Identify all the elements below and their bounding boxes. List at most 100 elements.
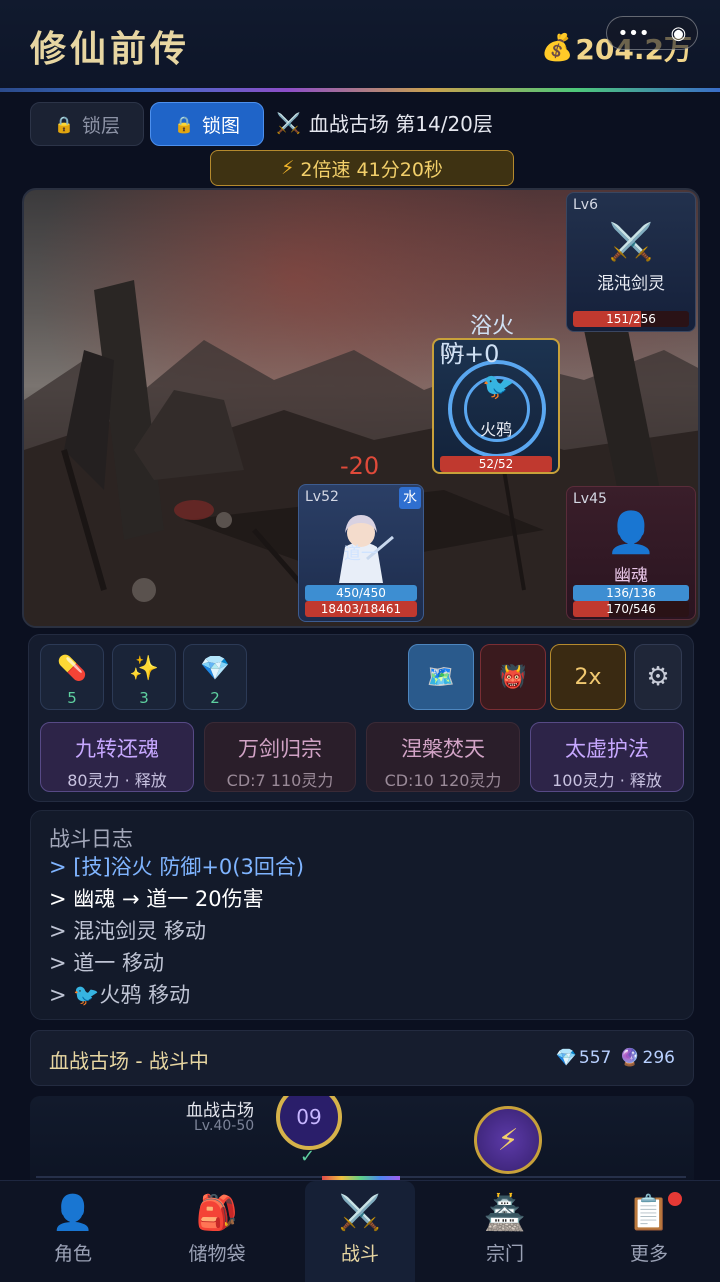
nav-label: 宗门 — [485, 1243, 524, 1265]
log-line: > 道一 移动 — [49, 951, 164, 975]
demon-button[interactable]: 👹 — [480, 644, 546, 710]
nav-label: 角色 — [53, 1243, 92, 1265]
nav-label: 储物袋 — [188, 1243, 246, 1265]
nav-tab-character[interactable]: 👤 角色 — [18, 1181, 128, 1282]
person-silhouette-icon: 👤 — [606, 510, 656, 556]
item-diamond-button[interactable]: 💎 2 — [183, 644, 247, 710]
floating-defense-text: 防+0 — [440, 340, 500, 368]
lock-map-label: 锁图 — [201, 114, 240, 137]
hero-mp-bar: 450/450 — [305, 585, 417, 601]
bag-icon: 🎒 — [195, 1193, 239, 1233]
gem-icon: 💎 — [555, 1048, 577, 1068]
enemy-level: Lv45 — [573, 491, 607, 507]
hero-level: Lv52 — [305, 489, 339, 505]
gem-count: 557 — [578, 1048, 612, 1068]
pill-icon: 💊 — [57, 654, 87, 682]
check-icon: ✓ — [300, 1146, 316, 1167]
nav-tab-more[interactable]: 📋 更多 — [594, 1181, 704, 1282]
speed-toggle-button[interactable]: 2x — [550, 644, 626, 710]
skill-button-3[interactable]: 涅槃焚天 CD:10 120灵力 — [366, 722, 520, 792]
map-button[interactable]: 🗺️ — [408, 644, 474, 710]
skill-cost: 100灵力 · 释放 — [552, 771, 662, 790]
mini-program-capsule: ••• ◉ — [606, 16, 698, 50]
nav-tab-battle[interactable]: ⚔️ 战斗 — [305, 1181, 415, 1282]
nav-tab-bag[interactable]: 🎒 储物袋 — [162, 1181, 272, 1282]
lock-floor-button[interactable]: 🔒 锁层 — [30, 102, 144, 146]
crow-icon: 🐦 — [482, 372, 515, 402]
item-sparkle-button[interactable]: ✨ 3 — [112, 644, 176, 710]
swords-icon: ⚔️ — [338, 1193, 382, 1233]
lock-floor-label: 锁层 — [81, 114, 120, 137]
lock-map-button[interactable]: 🔒 锁图 — [150, 102, 264, 146]
hp-text: 18403/18461 — [320, 602, 402, 616]
hero-card-daoyi[interactable]: Lv52 水 道一 450/450 18403/18461 — [298, 484, 424, 622]
stage-map: 血战古场 Lv.40-50 09 ✓ — [30, 1096, 694, 1186]
map-node-number: 09 — [296, 1105, 322, 1129]
speed-boost-badge: ⚡ 2倍速 41分20秒 — [210, 150, 514, 186]
battle-log-title: 战斗日志 — [49, 827, 133, 851]
lock-icon: 🔒 — [54, 114, 74, 134]
log-line: > 🐦火鸦 移动 — [49, 983, 191, 1007]
skill-cost: CD:7 110灵力 — [226, 771, 334, 790]
floating-damage-text: -20 — [340, 452, 380, 480]
skill-name: 涅槃焚天 — [401, 737, 485, 761]
header-divider — [0, 88, 720, 92]
battle-status-text: 血战古场 - 战斗中 — [49, 1049, 209, 1073]
lightning-icon: ⚡ — [281, 157, 295, 179]
nav-label: 战斗 — [340, 1243, 379, 1265]
enemy-hp-bar: 170/546 — [573, 601, 689, 617]
enemy-card-chaos-sword[interactable]: Lv6 ⚔️ 混沌剑灵 151/256 — [566, 192, 696, 332]
hero-hp-bar: 18403/18461 — [305, 601, 417, 617]
hp-text: 170/546 — [606, 602, 656, 616]
stage-title-text: 血战古场 第14/20层 — [308, 112, 493, 136]
enemy-card-ghost[interactable]: Lv45 👤 幽魂 136/136 170/546 — [566, 486, 696, 620]
skill-name: 万剑归宗 — [238, 737, 322, 761]
sparkle-icon: ✨ — [129, 654, 159, 682]
hero-name: 道一 — [344, 544, 378, 564]
resource-counters: 💎 557 🔮 296 — [556, 1048, 675, 1068]
skill-name: 太虚护法 — [565, 737, 649, 761]
skill-button-1[interactable]: 九转还魂 80灵力 · 释放 — [40, 722, 194, 792]
enemy-hp-bar: 151/256 — [573, 311, 689, 327]
map-stage-node[interactable]: 09 — [276, 1096, 342, 1150]
pet-name: 火鸦 — [479, 420, 512, 439]
app-title: 修仙前传 — [30, 29, 191, 70]
settings-button[interactable]: ⚙ — [634, 644, 682, 710]
log-line: > [技]浴火 防御+0(3回合) — [49, 855, 305, 879]
quick-battle-button[interactable]: ⚡ — [474, 1106, 542, 1174]
item-pill-button[interactable]: 💊 5 — [40, 644, 104, 710]
log-line: > 混沌剑灵 移动 — [49, 919, 206, 943]
skill-name: 九转还魂 — [75, 737, 159, 761]
skill-button-2[interactable]: 万剑归宗 CD:7 110灵力 — [204, 722, 356, 792]
item-count: 2 — [210, 689, 220, 707]
enemy-mp-bar: 136/136 — [573, 585, 689, 601]
skill-button-4[interactable]: 太虚护法 100灵力 · 释放 — [530, 722, 684, 792]
map-icon: 🗺️ — [427, 664, 455, 690]
map-level-range: Lv.40-50 — [194, 1118, 255, 1134]
speed-boost-label: 2倍速 41分20秒 — [300, 158, 443, 181]
bottom-nav: 👤 角色 🎒 储物袋 ⚔️ 战斗 🏯 宗门 📋 更多 — [0, 1180, 720, 1282]
demon-mask-icon: 👹 — [499, 664, 527, 690]
close-target-icon[interactable]: ◉ — [671, 23, 687, 44]
lightning-icon: ⚡ — [497, 1122, 519, 1158]
skill-cost: 80灵力 · 释放 — [67, 771, 167, 790]
enemy-name: 幽魂 — [614, 566, 648, 586]
orb-count: 296 — [642, 1048, 675, 1068]
log-line: > 幽魂 → 道一 20伤害 — [49, 887, 264, 911]
lock-icon: 🔒 — [174, 114, 194, 134]
top-header: 修仙前传 💰 204.2万 ••• ◉ — [0, 0, 720, 90]
pet-hp-bar: 52/52 — [440, 456, 552, 472]
mp-text: 136/136 — [606, 586, 656, 600]
nav-tab-sect[interactable]: 🏯 宗门 — [450, 1181, 560, 1282]
stage-title: ⚔️ 血战古场 第14/20层 — [276, 108, 493, 137]
money-bag-icon: 💰 — [541, 33, 574, 63]
more-menu-icon[interactable]: ••• — [618, 23, 650, 44]
battle-log: 战斗日志 > [技]浴火 防御+0(3回合) > 幽魂 → 道一 20伤害 > … — [30, 810, 694, 1020]
hp-text: 151/256 — [606, 312, 656, 326]
hp-text: 52/52 — [478, 457, 514, 471]
sect-temple-icon: 🏯 — [483, 1193, 527, 1233]
mp-text: 450/450 — [336, 586, 386, 600]
spirit-orb-icon: 🔮 — [619, 1048, 641, 1068]
item-count: 5 — [67, 689, 77, 707]
speed-toggle-label: 2x — [574, 664, 602, 690]
